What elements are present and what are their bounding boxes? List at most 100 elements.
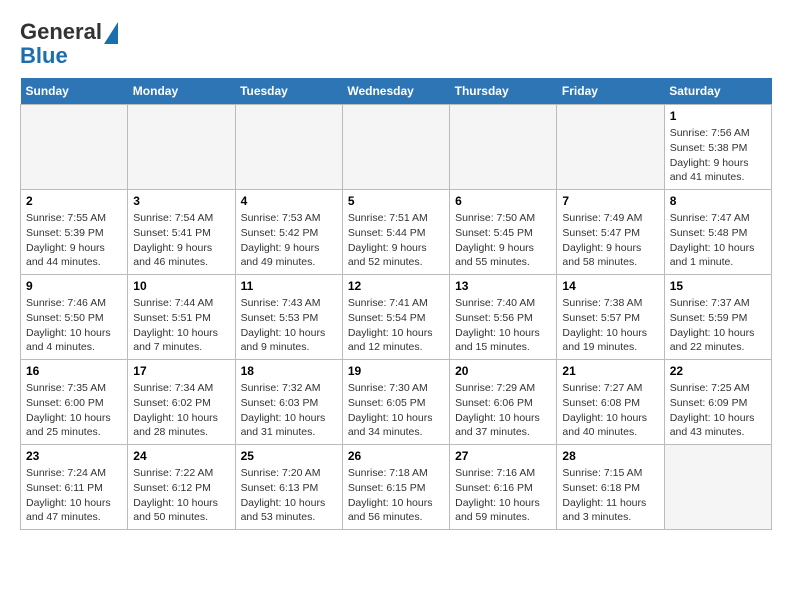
weekday-header-monday: Monday — [128, 78, 235, 105]
calendar-cell — [21, 105, 128, 190]
day-number: 20 — [455, 364, 551, 378]
calendar-cell — [235, 105, 342, 190]
weekday-header-thursday: Thursday — [450, 78, 557, 105]
calendar-cell — [664, 445, 771, 530]
calendar-cell: 7 Sunrise: 7:49 AM Sunset: 5:47 PM Daylig… — [557, 190, 664, 275]
calendar-week-5: 23 Sunrise: 7:24 AM Sunset: 6:11 PM Dayli… — [21, 445, 772, 530]
day-info: Sunrise: 7:53 AM Sunset: 5:42 PM Dayligh… — [241, 211, 337, 270]
logo-general: General — [20, 20, 102, 44]
calendar-week-1: 1 Sunrise: 7:56 AM Sunset: 5:38 PM Daylig… — [21, 105, 772, 190]
calendar-cell: 27 Sunrise: 7:16 AM Sunset: 6:16 PM Dayli… — [450, 445, 557, 530]
day-info: Sunrise: 7:49 AM Sunset: 5:47 PM Dayligh… — [562, 211, 658, 270]
weekday-header-sunday: Sunday — [21, 78, 128, 105]
day-number: 10 — [133, 279, 229, 293]
day-number: 17 — [133, 364, 229, 378]
day-number: 2 — [26, 194, 122, 208]
calendar-cell: 8 Sunrise: 7:47 AM Sunset: 5:48 PM Daylig… — [664, 190, 771, 275]
day-number: 21 — [562, 364, 658, 378]
day-info: Sunrise: 7:27 AM Sunset: 6:08 PM Dayligh… — [562, 381, 658, 440]
calendar-cell: 2 Sunrise: 7:55 AM Sunset: 5:39 PM Daylig… — [21, 190, 128, 275]
calendar-cell: 12 Sunrise: 7:41 AM Sunset: 5:54 PM Dayli… — [342, 275, 449, 360]
day-number: 1 — [670, 109, 766, 123]
calendar-week-2: 2 Sunrise: 7:55 AM Sunset: 5:39 PM Daylig… — [21, 190, 772, 275]
day-info: Sunrise: 7:41 AM Sunset: 5:54 PM Dayligh… — [348, 296, 444, 355]
day-number: 24 — [133, 449, 229, 463]
page-header: General Blue — [20, 20, 772, 68]
day-info: Sunrise: 7:22 AM Sunset: 6:12 PM Dayligh… — [133, 466, 229, 525]
calendar-week-3: 9 Sunrise: 7:46 AM Sunset: 5:50 PM Daylig… — [21, 275, 772, 360]
calendar-cell: 10 Sunrise: 7:44 AM Sunset: 5:51 PM Dayli… — [128, 275, 235, 360]
calendar-cell: 22 Sunrise: 7:25 AM Sunset: 6:09 PM Dayli… — [664, 360, 771, 445]
day-info: Sunrise: 7:35 AM Sunset: 6:00 PM Dayligh… — [26, 381, 122, 440]
calendar-table: SundayMondayTuesdayWednesdayThursdayFrid… — [20, 78, 772, 530]
day-info: Sunrise: 7:50 AM Sunset: 5:45 PM Dayligh… — [455, 211, 551, 270]
logo: General Blue — [20, 20, 118, 68]
day-info: Sunrise: 7:54 AM Sunset: 5:41 PM Dayligh… — [133, 211, 229, 270]
day-info: Sunrise: 7:43 AM Sunset: 5:53 PM Dayligh… — [241, 296, 337, 355]
day-number: 8 — [670, 194, 766, 208]
day-number: 11 — [241, 279, 337, 293]
calendar-cell: 13 Sunrise: 7:40 AM Sunset: 5:56 PM Dayli… — [450, 275, 557, 360]
calendar-cell: 24 Sunrise: 7:22 AM Sunset: 6:12 PM Dayli… — [128, 445, 235, 530]
weekday-header-saturday: Saturday — [664, 78, 771, 105]
calendar-cell: 9 Sunrise: 7:46 AM Sunset: 5:50 PM Daylig… — [21, 275, 128, 360]
day-number: 5 — [348, 194, 444, 208]
day-info: Sunrise: 7:16 AM Sunset: 6:16 PM Dayligh… — [455, 466, 551, 525]
day-number: 18 — [241, 364, 337, 378]
day-info: Sunrise: 7:46 AM Sunset: 5:50 PM Dayligh… — [26, 296, 122, 355]
day-number: 16 — [26, 364, 122, 378]
weekday-header-wednesday: Wednesday — [342, 78, 449, 105]
calendar-cell — [128, 105, 235, 190]
calendar-cell: 26 Sunrise: 7:18 AM Sunset: 6:15 PM Dayli… — [342, 445, 449, 530]
day-info: Sunrise: 7:29 AM Sunset: 6:06 PM Dayligh… — [455, 381, 551, 440]
day-info: Sunrise: 7:20 AM Sunset: 6:13 PM Dayligh… — [241, 466, 337, 525]
day-number: 12 — [348, 279, 444, 293]
day-number: 27 — [455, 449, 551, 463]
calendar-cell: 1 Sunrise: 7:56 AM Sunset: 5:38 PM Daylig… — [664, 105, 771, 190]
calendar-cell: 16 Sunrise: 7:35 AM Sunset: 6:00 PM Dayli… — [21, 360, 128, 445]
day-info: Sunrise: 7:15 AM Sunset: 6:18 PM Dayligh… — [562, 466, 658, 525]
calendar-cell: 4 Sunrise: 7:53 AM Sunset: 5:42 PM Daylig… — [235, 190, 342, 275]
day-info: Sunrise: 7:55 AM Sunset: 5:39 PM Dayligh… — [26, 211, 122, 270]
calendar-cell: 20 Sunrise: 7:29 AM Sunset: 6:06 PM Dayli… — [450, 360, 557, 445]
weekday-header-tuesday: Tuesday — [235, 78, 342, 105]
day-number: 9 — [26, 279, 122, 293]
day-number: 7 — [562, 194, 658, 208]
day-info: Sunrise: 7:44 AM Sunset: 5:51 PM Dayligh… — [133, 296, 229, 355]
calendar-cell: 18 Sunrise: 7:32 AM Sunset: 6:03 PM Dayli… — [235, 360, 342, 445]
calendar-header-row: SundayMondayTuesdayWednesdayThursdayFrid… — [21, 78, 772, 105]
day-number: 22 — [670, 364, 766, 378]
day-info: Sunrise: 7:37 AM Sunset: 5:59 PM Dayligh… — [670, 296, 766, 355]
weekday-header-friday: Friday — [557, 78, 664, 105]
day-number: 4 — [241, 194, 337, 208]
calendar-cell: 6 Sunrise: 7:50 AM Sunset: 5:45 PM Daylig… — [450, 190, 557, 275]
calendar-cell: 25Sunrise: 7:20 AM Sunset: 6:13 PM Dayli… — [235, 445, 342, 530]
calendar-cell: 23 Sunrise: 7:24 AM Sunset: 6:11 PM Dayli… — [21, 445, 128, 530]
day-info: Sunrise: 7:38 AM Sunset: 5:57 PM Dayligh… — [562, 296, 658, 355]
calendar-cell: 5 Sunrise: 7:51 AM Sunset: 5:44 PM Daylig… — [342, 190, 449, 275]
calendar-cell — [342, 105, 449, 190]
calendar-cell: 14 Sunrise: 7:38 AM Sunset: 5:57 PM Dayli… — [557, 275, 664, 360]
day-number: 15 — [670, 279, 766, 293]
logo-triangle-icon — [104, 22, 118, 44]
day-number: 13 — [455, 279, 551, 293]
calendar-week-4: 16 Sunrise: 7:35 AM Sunset: 6:00 PM Dayli… — [21, 360, 772, 445]
day-info: Sunrise: 7:25 AM Sunset: 6:09 PM Dayligh… — [670, 381, 766, 440]
day-info: Sunrise: 7:47 AM Sunset: 5:48 PM Dayligh… — [670, 211, 766, 270]
calendar-cell: 11 Sunrise: 7:43 AM Sunset: 5:53 PM Dayli… — [235, 275, 342, 360]
calendar-cell: 17Sunrise: 7:34 AM Sunset: 6:02 PM Dayli… — [128, 360, 235, 445]
calendar-cell: 3Sunrise: 7:54 AM Sunset: 5:41 PM Daylig… — [128, 190, 235, 275]
day-number: 28 — [562, 449, 658, 463]
day-info: Sunrise: 7:56 AM Sunset: 5:38 PM Dayligh… — [670, 126, 766, 185]
day-number: 14 — [562, 279, 658, 293]
day-info: Sunrise: 7:51 AM Sunset: 5:44 PM Dayligh… — [348, 211, 444, 270]
calendar-cell: 19Sunrise: 7:30 AM Sunset: 6:05 PM Dayli… — [342, 360, 449, 445]
day-number: 23 — [26, 449, 122, 463]
day-number: 6 — [455, 194, 551, 208]
day-info: Sunrise: 7:24 AM Sunset: 6:11 PM Dayligh… — [26, 466, 122, 525]
day-info: Sunrise: 7:40 AM Sunset: 5:56 PM Dayligh… — [455, 296, 551, 355]
day-info: Sunrise: 7:32 AM Sunset: 6:03 PM Dayligh… — [241, 381, 337, 440]
day-number: 26 — [348, 449, 444, 463]
day-info: Sunrise: 7:18 AM Sunset: 6:15 PM Dayligh… — [348, 466, 444, 525]
calendar-cell — [557, 105, 664, 190]
